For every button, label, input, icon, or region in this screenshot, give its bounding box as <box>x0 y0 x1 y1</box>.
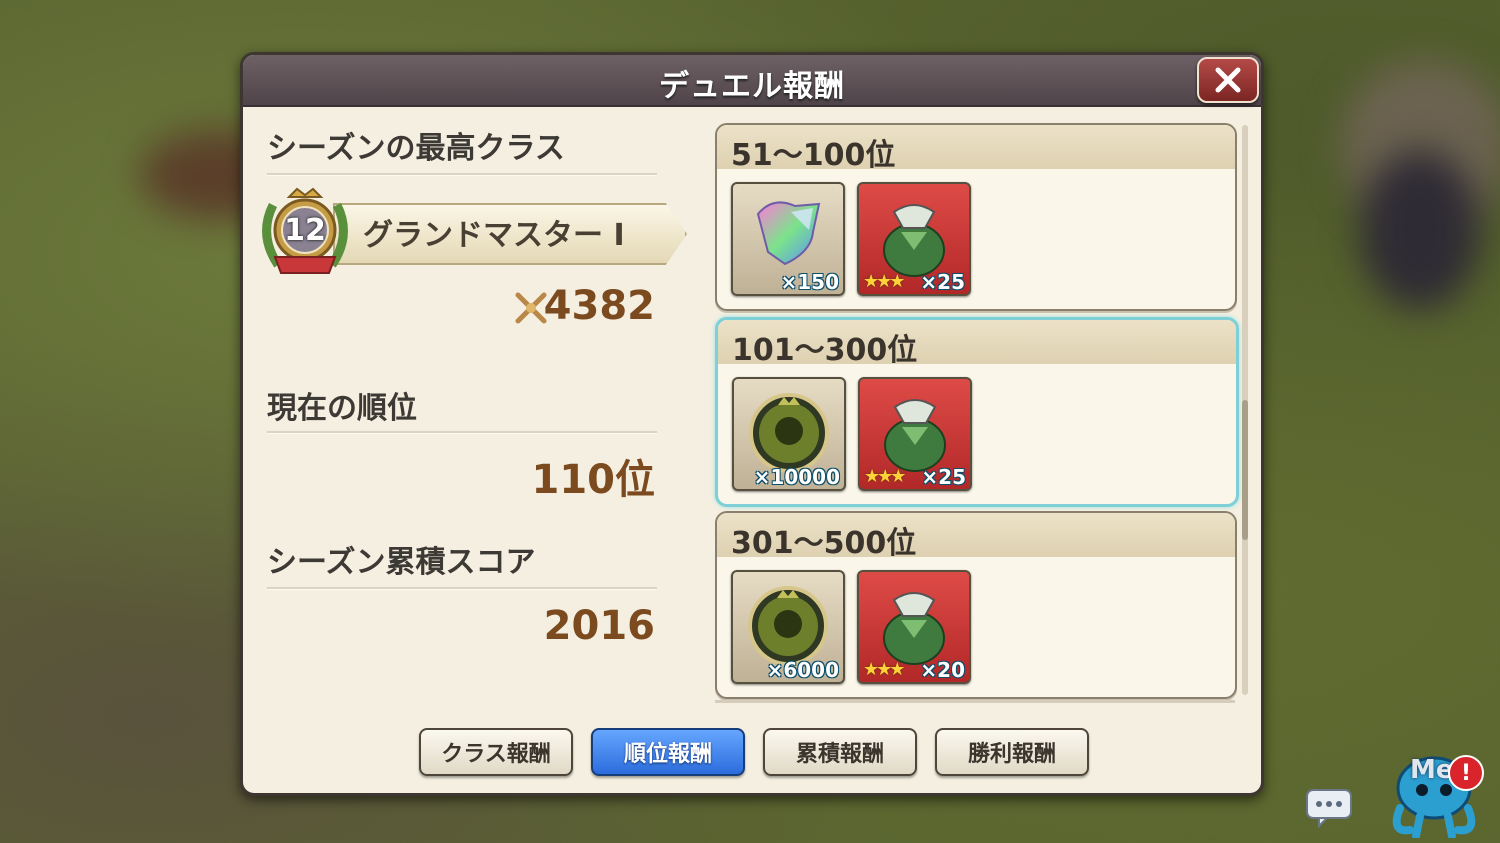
close-icon <box>1215 67 1241 93</box>
reward-stars: ★★★ <box>864 466 906 487</box>
class-name: グランドマスター I <box>363 218 625 253</box>
close-button[interactable] <box>1197 57 1259 103</box>
list-bottom-edge <box>715 700 1235 703</box>
tab-rank-reward[interactable]: 順位報酬 <box>591 728 745 776</box>
rank-card-101-300[interactable]: 101〜300位 ×10000 ★★★ ×25 <box>715 317 1239 507</box>
divider <box>267 173 657 176</box>
reward-slot[interactable]: ×10000 <box>732 377 846 491</box>
reward-qty: ×25 <box>921 465 966 489</box>
reward-slot[interactable]: ★★★ ×20 <box>857 570 971 684</box>
reward-stars: ★★★ <box>863 659 905 680</box>
tab-class-reward[interactable]: クラス報酬 <box>419 728 573 776</box>
divider <box>267 587 657 590</box>
tab-victory-reward[interactable]: 勝利報酬 <box>935 728 1089 776</box>
current-rank-label: 現在の順位 <box>267 391 417 426</box>
alert-badge[interactable]: ! <box>1448 755 1484 791</box>
tab-cumulative-reward[interactable]: 累積報酬 <box>763 728 917 776</box>
chat-icon[interactable] <box>1305 788 1353 828</box>
rank-card-51-100[interactable]: 51〜100位 ×150 ★★★ ×25 <box>715 123 1237 311</box>
season-score-label: シーズン累積スコア <box>267 545 536 580</box>
reward-qty: ×10000 <box>753 465 840 489</box>
divider <box>267 431 657 434</box>
reward-slot[interactable]: ★★★ ×25 <box>858 377 972 491</box>
best-class-label: シーズンの最高クラス <box>267 131 565 166</box>
duel-reward-dialog: デュエル報酬 シーズンの最高クラス 12 グランドマスター I 4382 現在の… <box>240 52 1264 796</box>
season-score-value: 2016 <box>543 603 655 649</box>
reward-qty: ×20 <box>920 658 965 682</box>
reward-qty: ×25 <box>920 270 965 294</box>
class-level: 12 <box>284 213 326 248</box>
current-rank-value: 110位 <box>531 457 656 503</box>
me-label: Me <box>1410 755 1454 785</box>
rating-value: 4382 <box>543 283 655 329</box>
reward-stars: ★★★ <box>863 271 905 292</box>
dialog-title: デュエル報酬 <box>659 69 845 104</box>
scrollbar-thumb[interactable] <box>1242 400 1248 540</box>
rank-label: 51〜100位 <box>731 138 896 173</box>
rank-label: 101〜300位 <box>732 333 918 368</box>
reward-slot[interactable]: ×6000 <box>731 570 845 684</box>
rank-card-301-500[interactable]: 301〜500位 ×6000 ★★★ ×20 <box>715 511 1237 699</box>
dialog-titlebar: デュエル報酬 <box>243 55 1261 107</box>
reward-slot[interactable]: ×150 <box>731 182 845 296</box>
reward-qty: ×6000 <box>766 658 839 682</box>
rank-label: 301〜500位 <box>731 526 917 561</box>
reward-qty: ×150 <box>780 270 839 294</box>
background-creature <box>1360 150 1480 310</box>
reward-slot[interactable]: ★★★ ×25 <box>857 182 971 296</box>
